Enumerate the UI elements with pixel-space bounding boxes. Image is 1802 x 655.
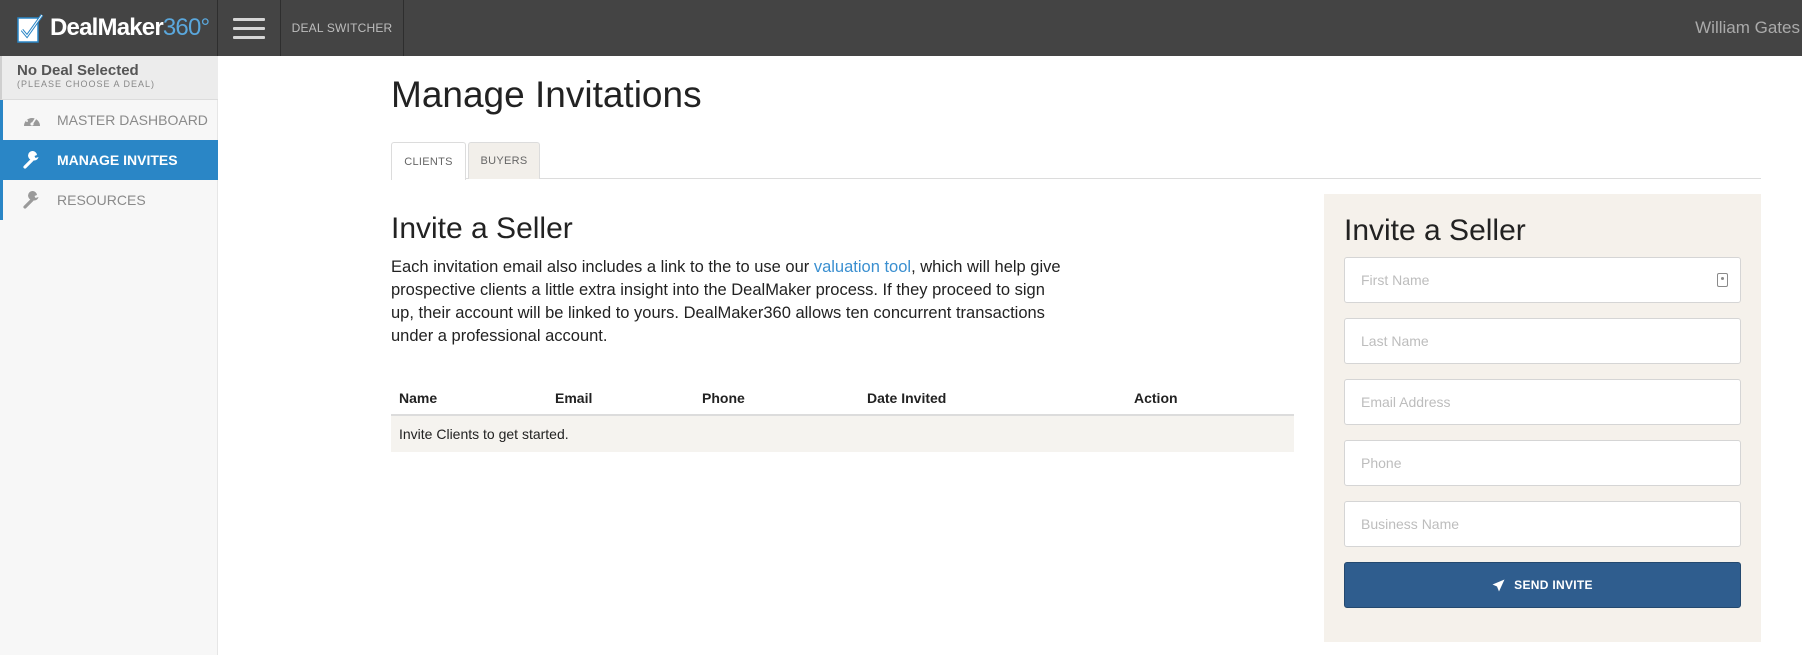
- hamburger-line: [233, 35, 265, 39]
- send-invite-button[interactable]: SEND INVITE: [1344, 562, 1741, 608]
- app-logo[interactable]: DealMaker360°: [0, 0, 218, 56]
- tab-buyers[interactable]: BUYERS: [468, 142, 540, 179]
- wrench-icon: [21, 151, 43, 169]
- tab-bar: CLIENTS BUYERS: [391, 142, 1761, 180]
- hamburger-line: [233, 17, 265, 21]
- deal-subtitle: (PLEASE CHOOSE A DEAL): [17, 79, 156, 89]
- column-header-email[interactable]: Email: [555, 390, 592, 406]
- invites-table: Name Email Phone Date Invited Action Inv…: [391, 382, 1294, 452]
- panel-title: Invite a Seller: [1344, 214, 1526, 247]
- logo-text: DealMaker360°: [50, 14, 210, 41]
- column-header-name[interactable]: Name: [399, 390, 437, 406]
- dashboard-icon: [21, 111, 43, 129]
- empty-table-message: Invite Clients to get started.: [399, 426, 569, 442]
- table-header: Name Email Phone Date Invited Action: [391, 382, 1294, 416]
- invite-seller-panel: Invite a Seller First Name Last Name Ema…: [1324, 194, 1761, 642]
- top-navbar: DealMaker360° DEAL SWITCHER William Gate…: [0, 0, 1802, 56]
- email-field[interactable]: Email Address: [1344, 379, 1741, 425]
- logo-icon: [16, 12, 46, 44]
- sidebar-item-manage-invites[interactable]: MANAGE INVITES: [0, 140, 218, 180]
- sidebar-item-resources[interactable]: RESOURCES: [0, 180, 218, 220]
- table-row-empty: Invite Clients to get started.: [391, 416, 1294, 452]
- sidebar-item-master-dashboard[interactable]: MASTER DASHBOARD: [0, 100, 218, 140]
- deal-switcher-button[interactable]: DEAL SWITCHER: [281, 0, 404, 56]
- hamburger-line: [233, 26, 265, 30]
- first-name-field[interactable]: First Name: [1344, 257, 1741, 303]
- current-deal-indicator[interactable]: No Deal Selected (PLEASE CHOOSE A DEAL): [0, 56, 218, 100]
- paper-plane-icon: [1492, 579, 1505, 592]
- tab-clients[interactable]: CLIENTS: [391, 142, 466, 180]
- sidebar: No Deal Selected (PLEASE CHOOSE A DEAL) …: [0, 56, 218, 655]
- deal-title: No Deal Selected: [17, 62, 139, 79]
- sidebar-item-label: RESOURCES: [57, 192, 146, 208]
- column-header-phone[interactable]: Phone: [702, 390, 745, 406]
- contact-card-icon: [1717, 273, 1728, 287]
- sidebar-item-label: MANAGE INVITES: [57, 152, 178, 168]
- sidebar-item-label: MASTER DASHBOARD: [57, 112, 208, 128]
- business-name-field[interactable]: Business Name: [1344, 501, 1741, 547]
- send-invite-label: SEND INVITE: [1514, 578, 1593, 592]
- invite-description: Each invitation email also includes a li…: [391, 258, 1061, 345]
- menu-toggle-button[interactable]: [218, 0, 281, 56]
- column-header-action: Action: [1134, 390, 1178, 406]
- last-name-field[interactable]: Last Name: [1344, 318, 1741, 364]
- section-title: Invite a Seller: [391, 212, 573, 245]
- wrench-icon: [21, 191, 43, 209]
- phone-field[interactable]: Phone: [1344, 440, 1741, 486]
- user-menu[interactable]: William Gates: [1695, 0, 1802, 56]
- column-header-date-invited[interactable]: Date Invited: [867, 390, 946, 406]
- valuation-tool-link[interactable]: valuation tool: [814, 258, 911, 276]
- page-title: Manage Invitations: [391, 74, 702, 115]
